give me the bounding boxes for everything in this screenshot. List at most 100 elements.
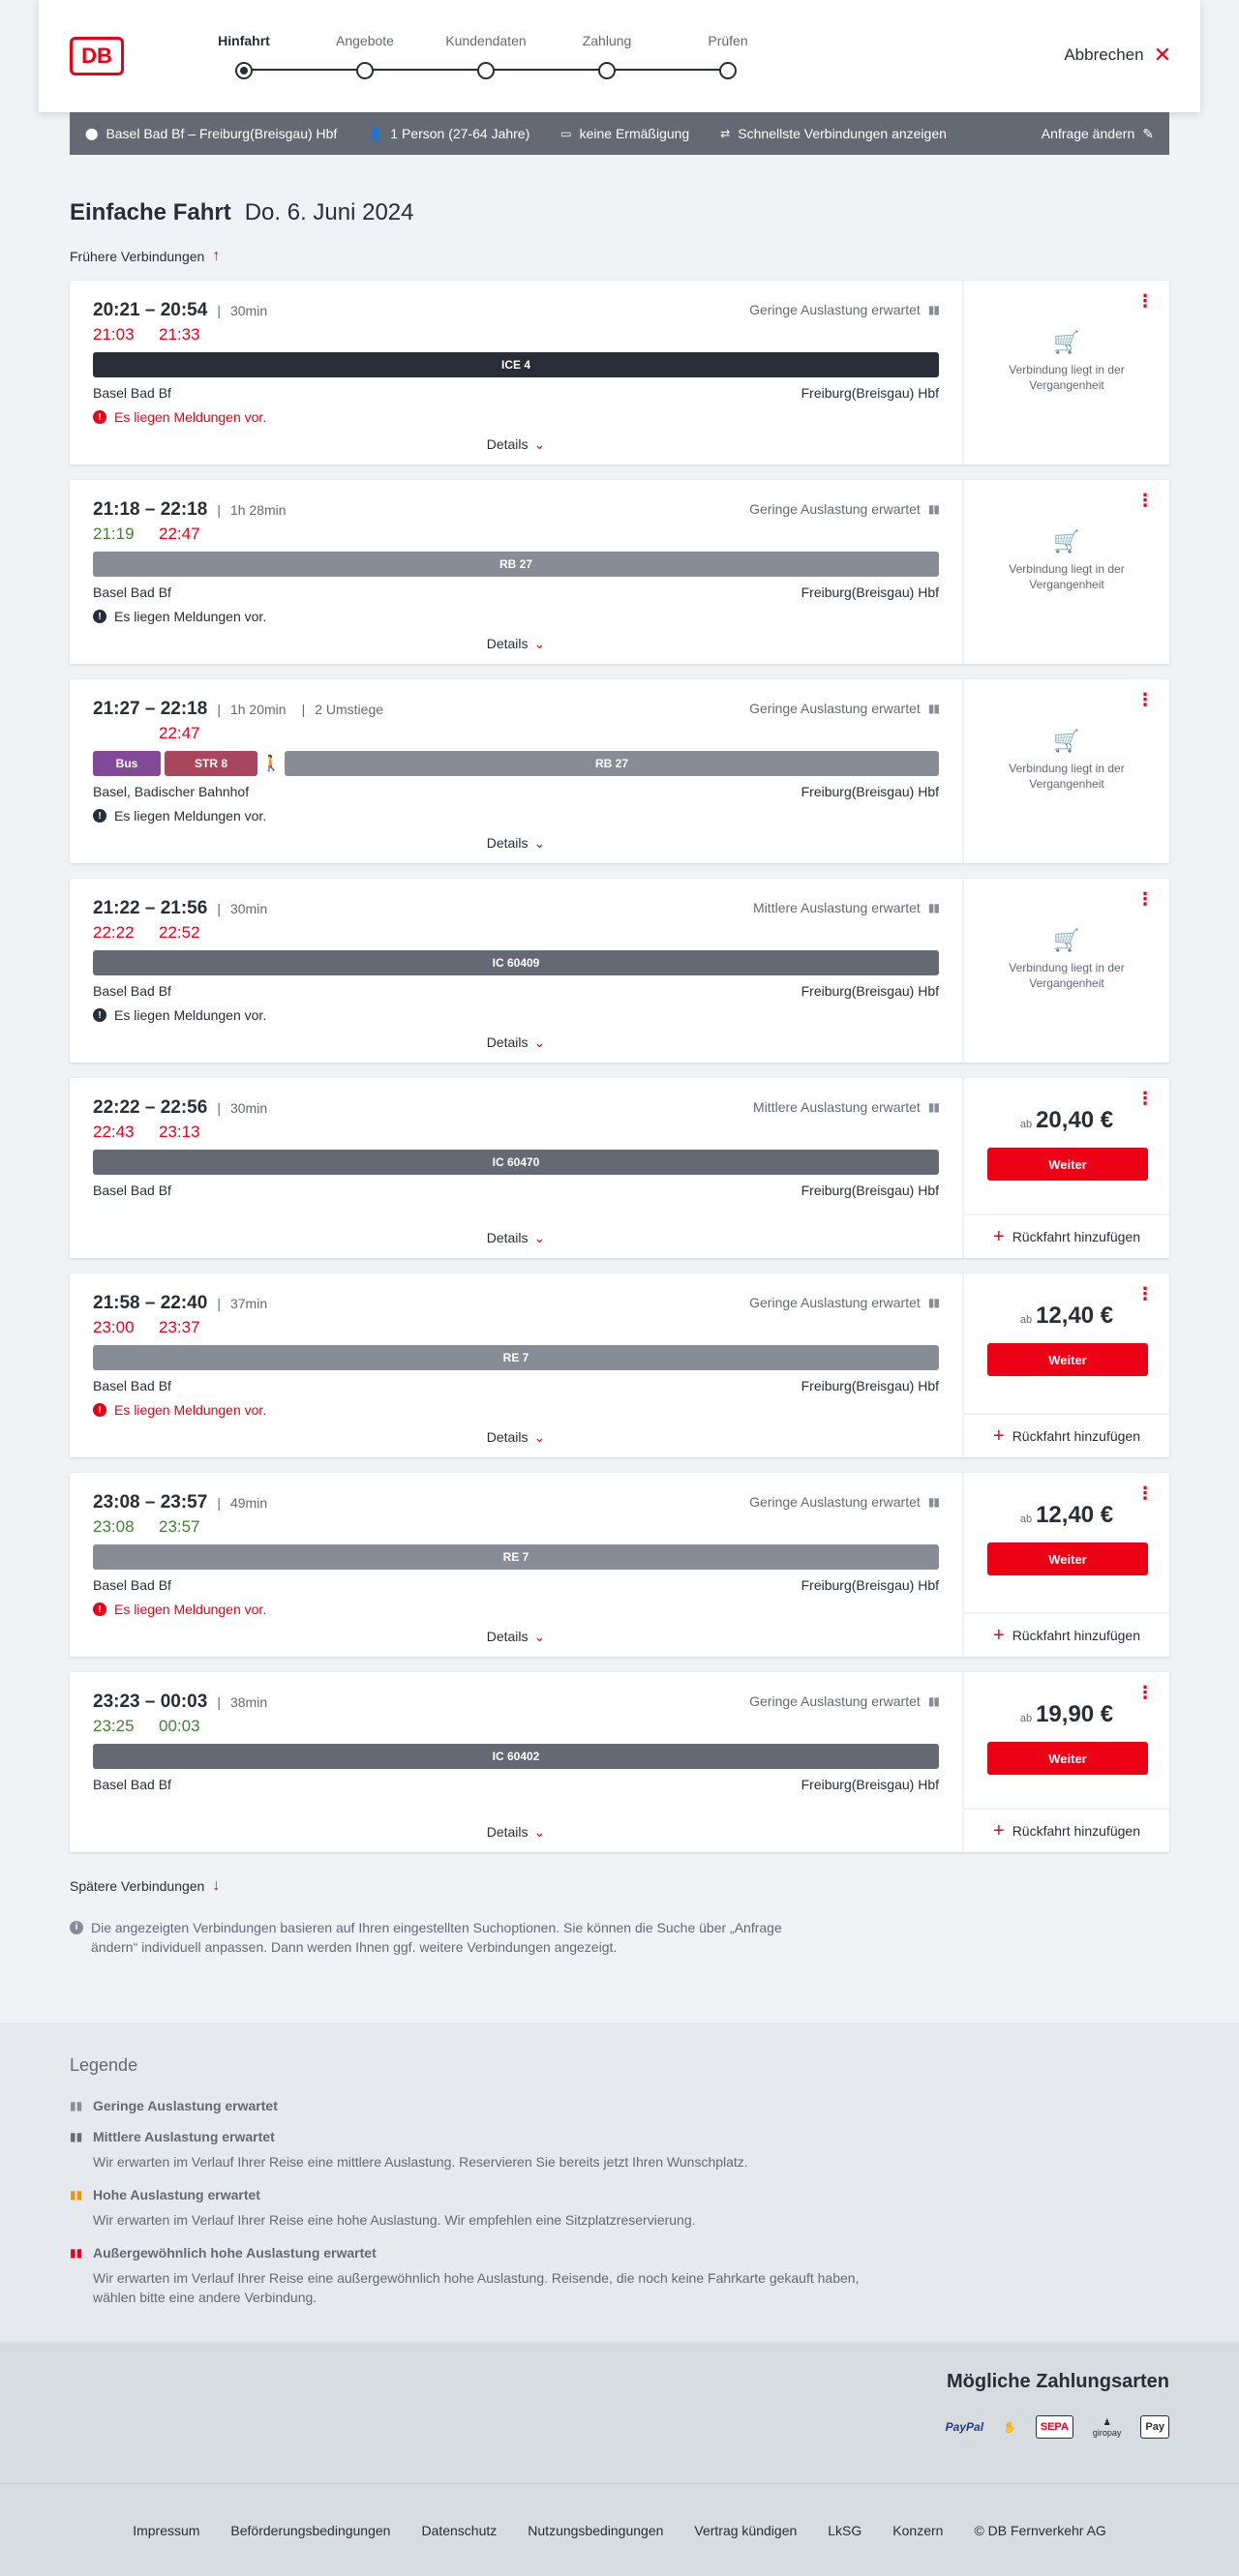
train-segment-bar[interactable]: RE 7	[93, 1345, 939, 1370]
details-toggle[interactable]: Details ⌄	[70, 1824, 962, 1841]
details-toggle[interactable]: Details ⌄	[70, 436, 962, 453]
plus-icon: +	[993, 1819, 1005, 1842]
train-segment-bar[interactable]: Bus	[93, 751, 161, 776]
footer-link-befoerderungsbedingungen[interactable]: Beförderungsbedingungen	[230, 2523, 390, 2538]
connection-card[interactable]: 23:08 – 23:57 | 49min Geringe Auslastung er…	[70, 1473, 1169, 1657]
later-connections-link[interactable]: Spätere Verbindungen ↓	[70, 1877, 1169, 1895]
train-segments: IC 60409	[93, 950, 939, 975]
connection-offer: ⋮ ab 20,40 € Weiter + Rückfahrt hinzufügen	[962, 1078, 1169, 1258]
legend-description: Wir erwarten im Verlauf Ihrer Reise eine…	[93, 2154, 748, 2170]
realtime-times: 22:47	[93, 724, 939, 745]
train-segment-bar[interactable]: IC 60470	[93, 1150, 939, 1175]
disruption-message[interactable]: ! Es liegen Meldungen vor.	[93, 807, 939, 824]
step-dot	[598, 62, 616, 79]
disruption-message[interactable]: ! Es liegen Meldungen vor.	[93, 1601, 939, 1618]
legend-item: ▮▮ Mittlere Auslastung erwartet Wir erwart…	[70, 2129, 863, 2172]
details-toggle[interactable]: Details ⌄	[70, 1429, 962, 1446]
details-toggle[interactable]: Details ⌄	[70, 636, 962, 652]
step-kundendaten[interactable]: Kundendaten	[433, 33, 539, 79]
change-request-label: Anfrage ändern	[1041, 126, 1135, 141]
earlier-connections-link[interactable]: Frühere Verbindungen ↑	[70, 248, 1169, 265]
train-segment-bar[interactable]: IC 60409	[93, 950, 939, 975]
separator: |	[217, 1100, 221, 1116]
step-pruefen[interactable]: Prüfen	[675, 33, 781, 79]
step-label: Hinfahrt	[218, 33, 270, 48]
connection-list: 20:21 – 20:54 | 30min Geringe Auslastung er…	[70, 281, 1169, 1852]
more-options-icon[interactable]: ⋮	[1136, 1684, 1154, 1701]
connection-card[interactable]: 22:22 – 22:56 | 30min Mittlere Auslastung e…	[70, 1078, 1169, 1258]
step-hinfahrt[interactable]: Hinfahrt	[191, 33, 297, 79]
details-label: Details	[486, 1824, 529, 1840]
departure-station: Basel Bad Bf	[93, 1183, 171, 1198]
more-options-icon[interactable]: ⋮	[1136, 691, 1154, 708]
summary-travellers: 👤 1 Person (27-64 Jahre)	[368, 126, 529, 141]
footer-link-datenschutz[interactable]: Datenschutz	[421, 2523, 497, 2538]
train-segment-bar[interactable]: ICE 4	[93, 352, 939, 377]
plus-icon: +	[993, 1424, 1005, 1447]
train-segment-bar[interactable]: STR 8	[165, 751, 257, 776]
weiter-button[interactable]: Weiter	[987, 1742, 1148, 1775]
swap-arrows-icon: ⇄	[720, 127, 731, 140]
cancel-button[interactable]: Abbrechen ✕	[1064, 45, 1171, 66]
add-return-button[interactable]: + Rückfahrt hinzufügen	[964, 1413, 1169, 1457]
change-request-button[interactable]: Anfrage ändern ✎	[1042, 126, 1154, 142]
details-toggle[interactable]: Details ⌄	[70, 835, 962, 852]
footer-link-konzern[interactable]: Konzern	[892, 2523, 943, 2538]
message-text: Es liegen Meldungen vor.	[114, 1007, 267, 1023]
occupancy-level-icon: ▮▮	[70, 2246, 83, 2260]
connection-card[interactable]: 21:58 – 22:40 | 37min Geringe Auslastung er…	[70, 1273, 1169, 1457]
db-logo[interactable]: DB	[70, 37, 124, 75]
later-label: Spätere Verbindungen	[70, 1878, 205, 1894]
more-options-icon[interactable]: ⋮	[1136, 890, 1154, 908]
footer-link-impressum[interactable]: Impressum	[133, 2523, 199, 2538]
giropay-icon: ♟ giropay	[1093, 2415, 1122, 2439]
details-toggle[interactable]: Details ⌄	[70, 1230, 962, 1246]
train-segment-bar[interactable]: RB 27	[93, 552, 939, 577]
step-dot	[235, 62, 253, 79]
footer-link-nutzungsbedingungen[interactable]: Nutzungsbedingungen	[528, 2523, 663, 2538]
connection-card[interactable]: 21:27 – 22:18 | 1h 20min | 2 Umstiege Geringe…	[70, 679, 1169, 863]
train-segment-bar[interactable]: RE 7	[93, 1544, 939, 1570]
connection-card[interactable]: 23:23 – 00:03 | 38min Geringe Auslastung er…	[70, 1672, 1169, 1852]
add-return-button[interactable]: + Rückfahrt hinzufügen	[964, 1213, 1169, 1258]
more-options-icon[interactable]: ⋮	[1136, 1285, 1154, 1303]
weiter-button[interactable]: Weiter	[987, 1543, 1148, 1575]
disruption-message[interactable]: ! Es liegen Meldungen vor.	[93, 608, 939, 625]
add-return-button[interactable]: + Rückfahrt hinzufügen	[964, 1612, 1169, 1657]
add-return-button[interactable]: + Rückfahrt hinzufügen	[964, 1808, 1169, 1852]
summary-discount: ▭ keine Ermäßigung	[560, 126, 689, 141]
details-toggle[interactable]: Details ⌄	[70, 1034, 962, 1051]
route-text: Basel Bad Bf – Freiburg(Breisgau) Hbf	[106, 126, 338, 141]
chevron-down-icon: ⌄	[533, 1034, 546, 1050]
step-angebote[interactable]: Angebote	[312, 33, 418, 79]
realtime-arrival: 23:13	[159, 1123, 200, 1141]
connection-card[interactable]: 21:22 – 21:56 | 30min Mittlere Auslastung e…	[70, 879, 1169, 1063]
train-segment-bar[interactable]: IC 60402	[93, 1744, 939, 1769]
footer-link-lksg[interactable]: LkSG	[828, 2523, 861, 2538]
disruption-message[interactable]: ! Es liegen Meldungen vor.	[93, 1401, 939, 1419]
disruption-message[interactable]: ! Es liegen Meldungen vor.	[93, 408, 939, 426]
connection-card[interactable]: 21:18 – 22:18 | 1h 28min Geringe Auslastung…	[70, 480, 1169, 664]
arrow-down-icon: ↓	[212, 1877, 221, 1894]
more-options-icon[interactable]: ⋮	[1136, 1090, 1154, 1107]
giropay-label: giropay	[1092, 2427, 1122, 2438]
step-dot	[477, 62, 495, 79]
planned-times: 22:22 – 22:56	[93, 1097, 208, 1118]
departure-station: Basel Bad Bf	[93, 584, 171, 600]
fastest-text: Schnellste Verbindungen anzeigen	[738, 126, 947, 141]
train-segment-bar[interactable]: RB 27	[285, 751, 939, 776]
alert-icon: !	[93, 809, 106, 823]
disruption-message[interactable]: ! Es liegen Meldungen vor.	[93, 1006, 939, 1024]
weiter-button[interactable]: Weiter	[987, 1148, 1148, 1181]
connection-card[interactable]: 20:21 – 20:54 | 30min Geringe Auslastung er…	[70, 281, 1169, 464]
more-options-icon[interactable]: ⋮	[1136, 292, 1154, 310]
connection-offer: ⋮ ab 12,40 € Weiter + Rückfahrt hinzufügen	[962, 1473, 1169, 1657]
more-options-icon[interactable]: ⋮	[1136, 1484, 1154, 1502]
stations-row: Basel Bad Bf Freiburg(Breisgau) Hbf	[93, 584, 939, 600]
footer-link-vertrag-kuendigen[interactable]: Vertrag kündigen	[694, 2523, 797, 2538]
alert-icon: !	[93, 1603, 106, 1616]
details-toggle[interactable]: Details ⌄	[70, 1629, 962, 1645]
step-zahlung[interactable]: Zahlung	[554, 33, 660, 79]
weiter-button[interactable]: Weiter	[987, 1343, 1148, 1376]
more-options-icon[interactable]: ⋮	[1136, 492, 1154, 509]
